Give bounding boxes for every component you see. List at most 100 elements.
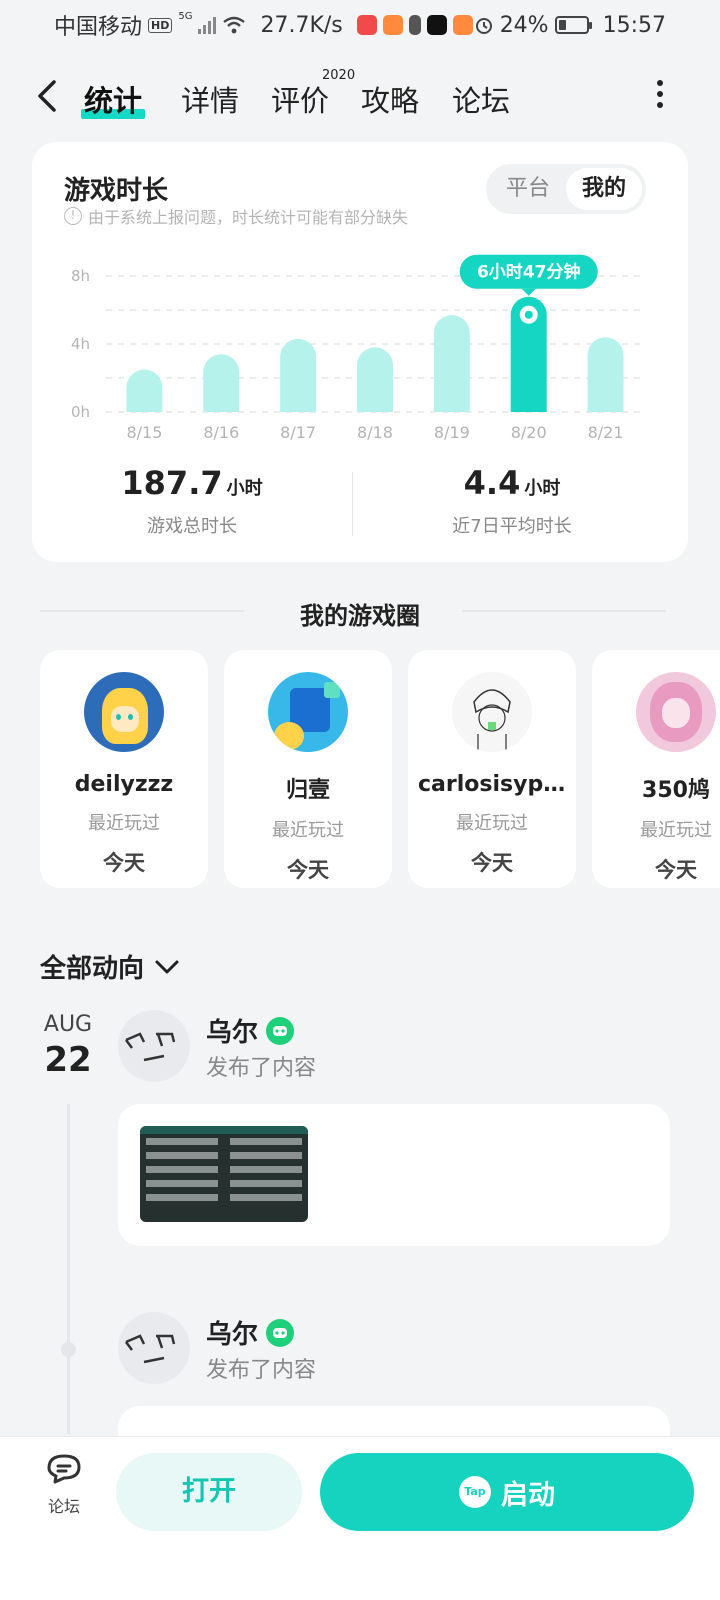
segment-platform[interactable]: 平台: [490, 168, 566, 210]
carrier-label: 中国移动: [54, 15, 143, 40]
tiktok-icon: [426, 15, 447, 35]
post-author[interactable]: 乌尔: [206, 1314, 295, 1351]
friend-card[interactable]: carlosisyp... 最近玩过 今天: [408, 650, 576, 888]
chart-bar: [280, 338, 317, 412]
net-speed: 27.7K/s: [260, 12, 343, 38]
x-tick-label: 8/21: [588, 423, 624, 442]
friend-when: 今天: [471, 851, 513, 875]
total-unit: 小时: [226, 478, 263, 499]
x-tick-label: 8/18: [357, 423, 393, 442]
average-value: 4.4: [463, 464, 521, 502]
avatar[interactable]: [118, 1312, 190, 1384]
post-author-name: 乌尔: [206, 1320, 259, 1350]
app-notification-icon: [382, 15, 403, 35]
play-time-card: 游戏时长 ! 由于系统上报问题，时长统计可能有部分缺失 平台 我的 0h 4h 8h…: [32, 142, 688, 562]
forum-button[interactable]: 论坛: [38, 1451, 90, 1517]
x-tick-label: 8/19: [434, 423, 470, 442]
info-icon: !: [64, 207, 82, 225]
game-circle-title: 我的游戏圈: [300, 602, 420, 630]
average-unit: 小时: [524, 478, 561, 499]
battery-icon: [554, 16, 592, 34]
top-nav: 统计 详情 评价 2020 攻略 论坛: [0, 68, 720, 124]
battery-percent: 24%: [499, 12, 549, 38]
chart-bar: [433, 315, 470, 412]
friend-when: 今天: [655, 858, 697, 882]
alert-icon: [408, 15, 421, 35]
friend-status: 最近玩过: [272, 820, 344, 841]
post-author[interactable]: 乌尔: [206, 1012, 295, 1049]
total-value: 187.7: [121, 464, 223, 502]
activity-filter[interactable]: 全部动向: [40, 948, 180, 985]
chevron-down-icon: [155, 960, 179, 973]
chart-bar: [126, 369, 163, 412]
play-time-title: 游戏时长: [64, 176, 169, 206]
x-tick-label: 8/15: [126, 423, 162, 442]
tab-stats[interactable]: 统计: [80, 78, 146, 120]
start-button[interactable]: Tap 启动: [320, 1453, 694, 1531]
friend-name: deilyzzz: [74, 772, 174, 797]
average-label: 近7日平均时长: [452, 516, 572, 537]
clock: 15:57: [602, 12, 666, 38]
post-action: 发布了内容: [206, 1056, 317, 1081]
y-tick-label: 8h: [71, 267, 90, 285]
friend-card[interactable]: deilyzzz 最近玩过 今天: [40, 650, 208, 888]
segment-mine[interactable]: 我的: [566, 168, 642, 210]
friend-status: 最近玩过: [88, 813, 160, 834]
divider-right: [462, 610, 666, 612]
start-label: 启动: [501, 1479, 555, 1511]
tab-forum[interactable]: 论坛: [452, 78, 510, 120]
x-tick-label: 8/17: [280, 423, 316, 442]
y-tick-label: 4h: [71, 335, 90, 353]
alarm-icon: [475, 18, 492, 34]
y-tick-label: 0h: [71, 403, 90, 421]
timeline-dot: [61, 1342, 76, 1357]
avatar[interactable]: [118, 1010, 190, 1082]
post-action: 发布了内容: [206, 1358, 317, 1383]
chart-svg: 0h 4h 8h 8/15 8/16 8/17 8/18 8/19 8/20 6小时47分钟 8/2…: [71, 254, 644, 442]
more-icon[interactable]: [656, 80, 664, 110]
date-day: 22: [44, 1040, 92, 1080]
avatar: [636, 672, 716, 752]
post-author-name: 乌尔: [206, 1018, 259, 1048]
timeline-line: [67, 1104, 70, 1434]
wifi-icon: [223, 16, 246, 34]
friend-status: 最近玩过: [640, 820, 712, 841]
play-time-note-text: 由于系统上报问题，时长统计可能有部分缺失: [88, 208, 409, 227]
forum-chat-icon: [47, 1454, 81, 1484]
app-notification-icon: [452, 15, 473, 35]
gamepad-badge-icon: [266, 1318, 295, 1347]
post-card[interactable]: [118, 1104, 670, 1246]
friend-when: 今天: [103, 851, 145, 875]
friend-when: 今天: [287, 858, 329, 882]
post-thumbnail[interactable]: [140, 1126, 308, 1222]
signal-icon: [198, 16, 217, 34]
date-month: AUG: [43, 1012, 93, 1037]
chart-bar: [203, 354, 240, 412]
average-summary: 4.4 小时 近7日平均时长: [352, 464, 672, 538]
hd-badge: HD: [148, 17, 173, 33]
status-bar: 中国移动 HD 5G 27.7K/s 24% 15:57: [0, 0, 720, 50]
gamepad-badge-icon: [266, 1016, 295, 1045]
friend-card[interactable]: 350鸠 最近玩过 今天: [592, 650, 720, 888]
network-label: 5G: [178, 11, 193, 22]
total-summary: 187.7 小时 游戏总时长: [32, 464, 352, 538]
tab-details[interactable]: 详情: [181, 78, 239, 120]
open-button[interactable]: 打开: [116, 1453, 302, 1531]
bottom-action-bar: 论坛 打开 Tap 启动: [0, 1436, 720, 1600]
friend-card[interactable]: 归壹 最近玩过 今天: [224, 650, 392, 888]
reviews-superscript: 2020: [322, 68, 356, 83]
highlight-tooltip-pointer: [521, 288, 536, 296]
friend-name: 350鸠: [642, 778, 710, 803]
play-time-note: ! 由于系统上报问题，时长统计可能有部分缺失: [64, 204, 408, 228]
game-circle-list: deilyzzz 最近玩过 今天 归壹 最近玩过 今天 carlosisyp..…: [0, 650, 720, 890]
highlight-marker-center: [524, 310, 533, 319]
x-tick-label: 8/16: [203, 423, 239, 442]
chart-bar: [357, 347, 393, 412]
platform-segment: 平台 我的: [486, 164, 646, 214]
tab-guides[interactable]: 攻略: [361, 78, 419, 120]
total-label: 游戏总时长: [147, 516, 237, 537]
tab-reviews[interactable]: 评价: [271, 78, 329, 120]
forum-label: 论坛: [47, 1497, 80, 1516]
play-time-chart: 0h 4h 8h 8/15 8/16 8/17 8/18 8/19 8/20 6小时47分钟 8/2…: [32, 254, 688, 462]
back-arrow-icon[interactable]: [34, 78, 64, 114]
